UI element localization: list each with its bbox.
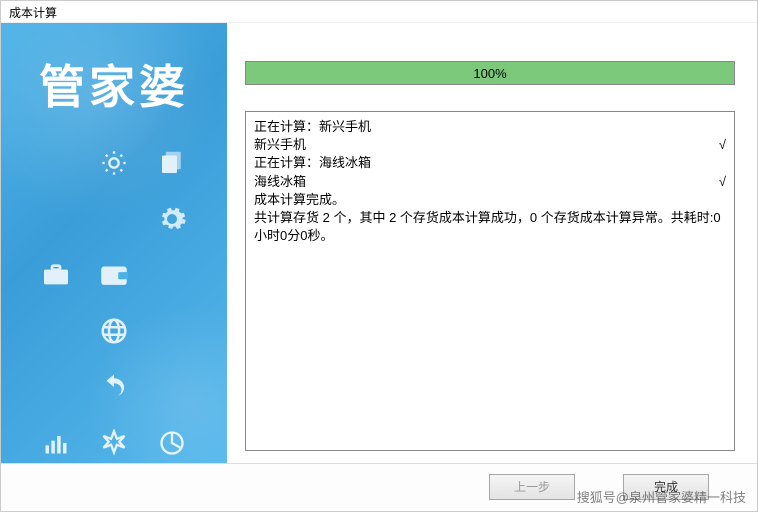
globe-icon	[94, 311, 134, 351]
sun-icon	[94, 143, 134, 183]
star-icon	[94, 423, 134, 463]
log-output: 正在计算：新兴手机新兴手机√正在计算：海线冰箱海线冰箱√成本计算完成。共计算存货…	[245, 111, 735, 451]
wallet-icon	[94, 255, 134, 295]
sidebar: 管家婆	[1, 23, 227, 463]
prev-button[interactable]: 上一步	[489, 474, 575, 500]
finish-button[interactable]: 完成	[623, 474, 709, 500]
log-line: 正在计算：新兴手机	[254, 118, 726, 136]
footer: 上一步 完成	[1, 463, 757, 509]
document-stack-icon	[152, 143, 192, 183]
log-line: 正在计算：海线冰箱	[254, 154, 726, 172]
undo-icon	[94, 367, 134, 407]
log-line: 新兴手机√	[254, 136, 726, 154]
brand-logo: 管家婆	[1, 23, 227, 117]
pie-chart-icon	[152, 423, 192, 463]
bar-chart-icon	[36, 423, 76, 463]
sidebar-icon-grid	[1, 143, 227, 463]
log-line: 海线冰箱√	[254, 173, 726, 191]
progress-label: 100%	[246, 62, 734, 84]
window-title: 成本计算	[1, 1, 757, 23]
log-line: 成本计算完成。	[254, 191, 726, 209]
gear-icon	[152, 199, 192, 239]
log-line: 共计算存货 2 个，其中 2 个存货成本计算成功，0 个存货成本计算异常。共耗时…	[254, 209, 726, 245]
progress-bar: 100%	[245, 61, 735, 85]
briefcase-icon	[36, 255, 76, 295]
main-area: 管家婆 100% 正在计算：新兴手机新兴手机√正在	[1, 23, 757, 463]
content-panel: 100% 正在计算：新兴手机新兴手机√正在计算：海线冰箱海线冰箱√成本计算完成。…	[227, 23, 757, 463]
